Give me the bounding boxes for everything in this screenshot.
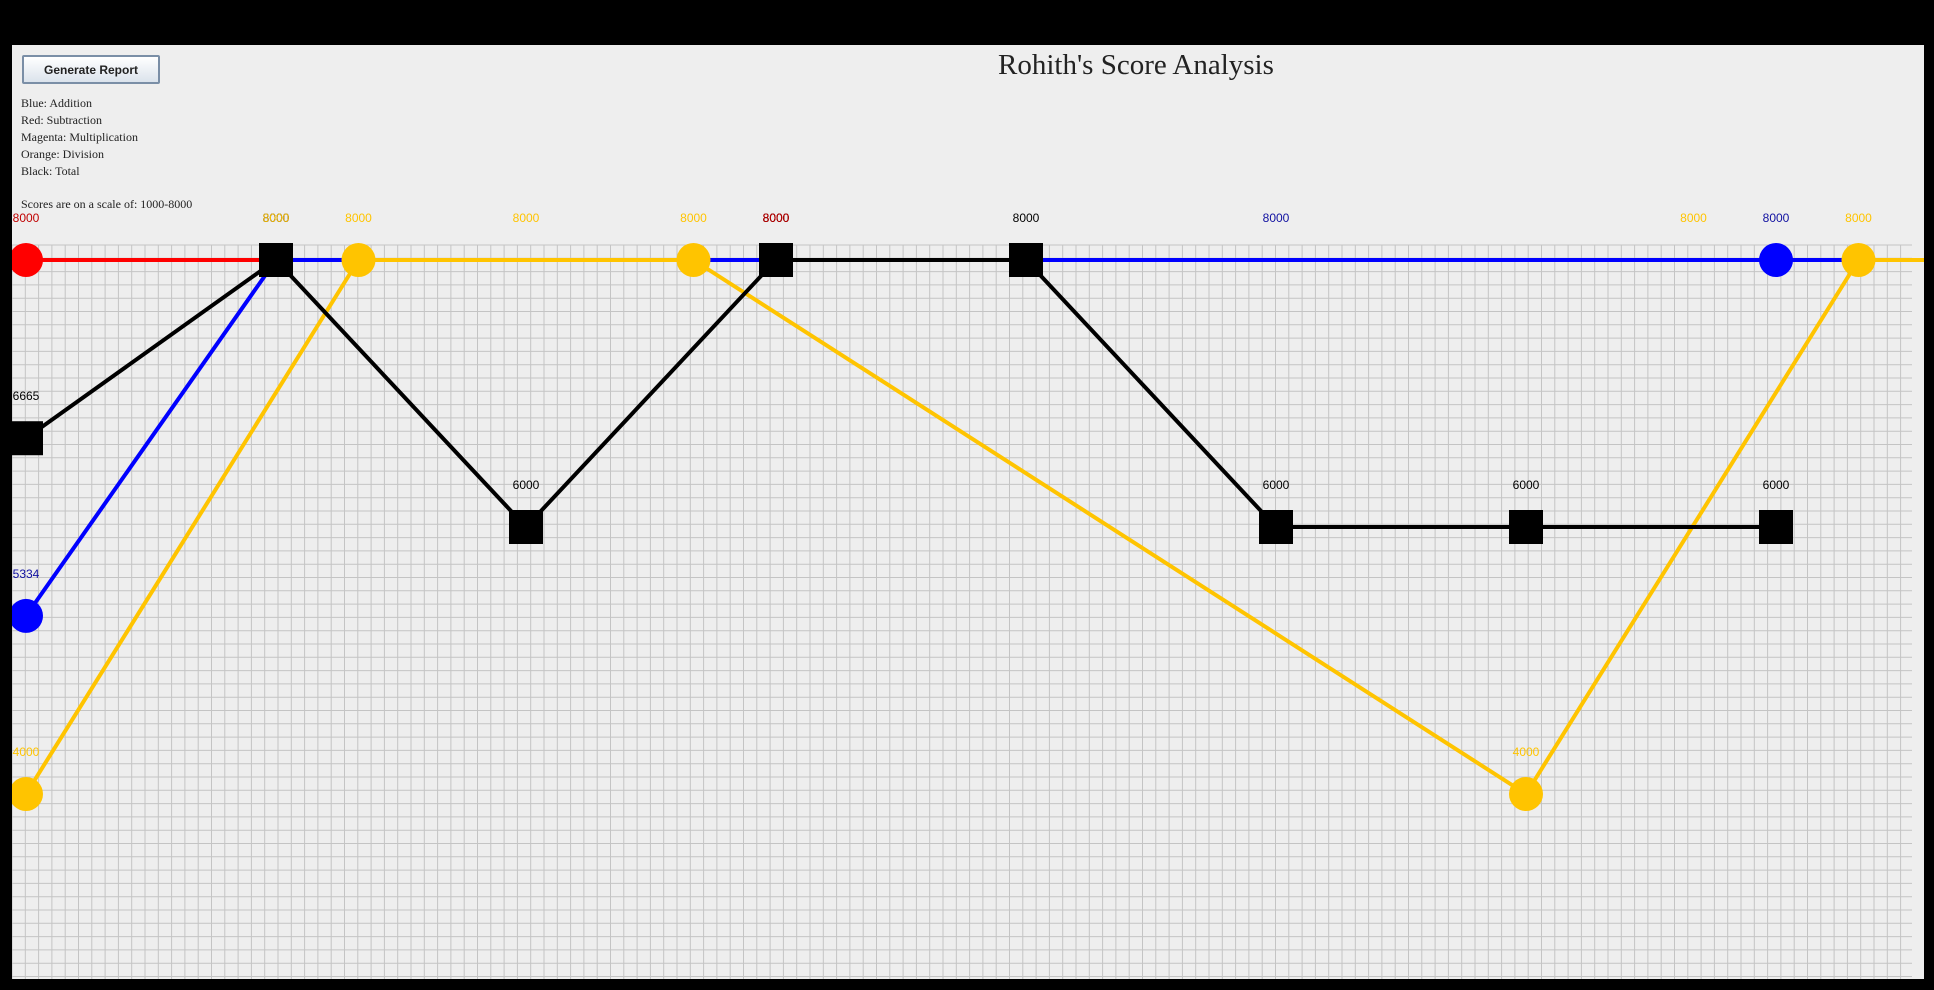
data-label-division: 8000 bbox=[1845, 211, 1872, 225]
legend-item-subtraction: Red: Subtraction bbox=[21, 113, 102, 127]
data-point-total bbox=[1259, 510, 1293, 544]
data-label-addition: 5334 bbox=[13, 567, 40, 581]
data-label-subtraction: 8000 bbox=[13, 211, 40, 225]
data-label-division: 8000 bbox=[345, 211, 372, 225]
data-label-total: 6000 bbox=[513, 478, 540, 492]
legend-item-addition: Blue: Addition bbox=[21, 96, 93, 110]
page-title: Rohith's Score Analysis bbox=[998, 49, 1274, 81]
series-lines bbox=[24, 258, 1924, 796]
data-label-total: 6000 bbox=[1263, 478, 1290, 492]
legend-item-division: Orange: Division bbox=[21, 147, 104, 161]
data-point-total bbox=[1759, 510, 1793, 544]
data-point-total bbox=[759, 243, 793, 277]
data-point-total bbox=[1509, 510, 1543, 544]
data-label-division: 8000 bbox=[263, 211, 290, 225]
data-point-total bbox=[259, 243, 293, 277]
data-label-division: 8000 bbox=[1680, 211, 1707, 225]
data-label-division: 4000 bbox=[1513, 745, 1540, 759]
legend-item-total: Black: Total bbox=[21, 164, 80, 178]
data-point-division bbox=[1509, 777, 1543, 811]
data-label-addition: 8000 bbox=[1263, 211, 1290, 225]
data-label-division: 4000 bbox=[13, 745, 40, 759]
data-point-division bbox=[341, 243, 376, 277]
data-label-division: 8000 bbox=[513, 211, 540, 225]
legend-item-multiplication: Magenta: Multiplication bbox=[21, 130, 138, 144]
data-point-division bbox=[1841, 243, 1876, 277]
score-chart: 8000 8000 8000 5334 8000 8000 8000 4000 8000 8000… bbox=[12, 211, 1924, 979]
series-line-addition bbox=[24, 258, 1924, 618]
data-label-subtraction: 8000 bbox=[763, 211, 790, 225]
data-label-total: 8000 bbox=[1013, 211, 1040, 225]
data-label-total: 6000 bbox=[1513, 478, 1540, 492]
chart-panel: 8000 8000 8000 5334 8000 8000 8000 4000 8000 8000… bbox=[12, 45, 1924, 979]
data-point-addition bbox=[1759, 243, 1793, 277]
data-labels: 8000 8000 8000 5334 8000 8000 8000 4000 8000 8000… bbox=[13, 211, 1873, 759]
data-label-total: 6000 bbox=[1763, 478, 1790, 492]
data-label-addition: 8000 bbox=[1763, 211, 1790, 225]
data-point-division bbox=[676, 243, 711, 277]
data-label-division: 8000 bbox=[680, 211, 707, 225]
generate-report-button[interactable]: Generate Report bbox=[22, 55, 160, 84]
data-label-total: 6665 bbox=[13, 389, 40, 403]
data-point-total bbox=[12, 421, 43, 456]
data-point-total bbox=[509, 510, 543, 544]
scale-note: Scores are on a scale of: 1000-8000 bbox=[21, 197, 193, 211]
data-point-total bbox=[1009, 243, 1043, 277]
legend: Blue: Addition Red: Subtraction Magenta:… bbox=[21, 95, 138, 180]
